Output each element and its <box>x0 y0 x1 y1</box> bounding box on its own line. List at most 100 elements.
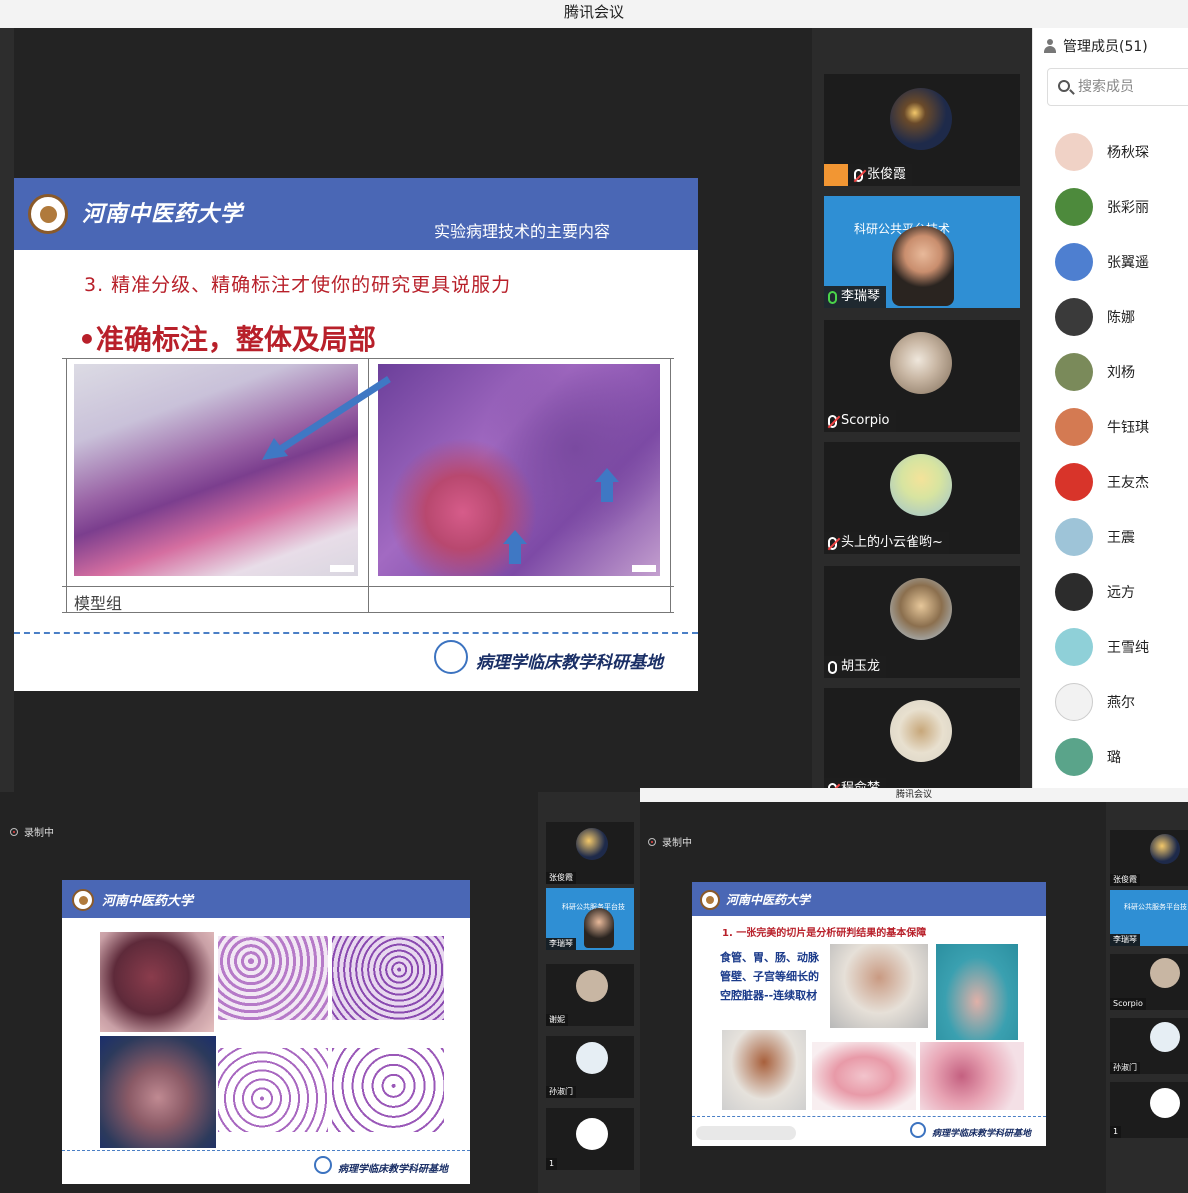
histology-image <box>332 1048 444 1132</box>
histology-image <box>332 936 444 1020</box>
participant-name-tag: Scorpio <box>824 410 896 432</box>
member-name: 远方 <box>1107 585 1135 601</box>
video-tile[interactable]: 孙淑门 <box>1110 1018 1188 1074</box>
mic-icon <box>828 290 837 304</box>
member-search-input[interactable]: 搜索成员 <box>1047 68 1188 106</box>
avatar <box>890 700 952 762</box>
avatar <box>1055 408 1093 446</box>
member-item[interactable]: 王友杰 <box>1055 462 1149 502</box>
participant-name: Scorpio <box>841 413 890 428</box>
member-name: 王友杰 <box>1107 475 1149 491</box>
participant-name: 张俊霞 <box>867 167 907 182</box>
window-title: 腾讯会议 <box>640 788 1188 802</box>
member-item[interactable]: 王雪纯 <box>1055 627 1149 667</box>
avatar <box>1055 738 1093 776</box>
scale-bar <box>330 565 354 572</box>
microscope-icon <box>314 1156 332 1174</box>
screenshot-right: 录制中 河南中医药大学 1. 一张完美的切片是分析研判结果的基本保障 食管、胃、… <box>640 802 1106 1193</box>
member-name: 牛钰琪 <box>1107 420 1149 436</box>
avatar <box>576 1118 608 1150</box>
left-edge-strip <box>0 28 14 792</box>
member-name: 杨秋琛 <box>1107 145 1149 161</box>
mini-slide: 河南中医药大学 病理学临床教学科研基地 <box>62 880 470 1184</box>
participant-name: 李瑞琴 <box>841 289 881 304</box>
university-name: 河南中医药大学 <box>82 201 244 227</box>
shared-slide-overlay: 科研公共服务平台技 <box>1124 903 1187 911</box>
participant-name-tag: 胡玉龙 <box>824 656 887 678</box>
avatar <box>890 88 952 150</box>
microscope-icon <box>434 640 468 674</box>
video-column[interactable]: 张俊霞 科研公共平台技术 李瑞琴 Scorpio 头上的小云雀哟~ 胡玉龙 程俞… <box>812 28 1032 800</box>
member-name: 张翼遥 <box>1107 255 1149 271</box>
video-tile[interactable]: 科研公共服务平台技 李瑞琴 <box>1110 890 1188 946</box>
person-icon <box>1043 39 1057 53</box>
participant-name-tag: 头上的小云雀哟~ <box>824 532 949 554</box>
participant-name-tag: 1 <box>1110 1126 1122 1138</box>
camera-feed <box>584 908 614 948</box>
video-tile[interactable]: 孙淑门 <box>546 1036 634 1098</box>
avatar <box>1055 628 1093 666</box>
video-tile[interactable]: 张俊霞 <box>546 822 634 884</box>
video-tile[interactable]: 1 <box>1110 1082 1188 1138</box>
footer-divider <box>62 1150 470 1151</box>
video-tile[interactable]: 程俞梦 <box>824 688 1020 800</box>
member-item[interactable]: 王震 <box>1055 517 1135 557</box>
histology-image-detail <box>378 364 660 576</box>
video-tile[interactable]: 科研公共平台技术 李瑞琴 <box>824 196 1020 308</box>
avatar <box>1055 573 1093 611</box>
member-name: 刘杨 <box>1107 365 1135 381</box>
footer-divider <box>14 632 698 634</box>
mic-icon <box>828 660 837 674</box>
participant-name-tag: 谢妮 <box>546 1014 568 1026</box>
slide-header: 河南中医药大学 <box>692 882 1046 916</box>
member-item[interactable]: 燕尔 <box>1055 682 1135 722</box>
mic-muted-icon <box>828 536 837 550</box>
university-logo <box>28 194 68 234</box>
slide-toolbar[interactable] <box>696 1126 796 1140</box>
participant-name-tag: 李瑞琴 <box>1110 934 1140 946</box>
video-tile[interactable]: 张俊霞 <box>824 74 1020 186</box>
screenshot-left: 录制中 河南中医药大学 病理学临床教学科研基地 <box>0 792 538 1193</box>
university-name: 河南中医药大学 <box>726 893 811 907</box>
recording-label: 录制中 <box>24 828 54 839</box>
member-item[interactable]: 刘杨 <box>1055 352 1135 392</box>
video-tile[interactable]: 胡玉龙 <box>824 566 1020 678</box>
participant-name-tag: 李瑞琴 <box>824 286 887 308</box>
member-item[interactable]: 远方 <box>1055 572 1135 612</box>
video-tile[interactable]: 谢妮 <box>546 964 634 1026</box>
specimen-photo <box>100 1036 216 1148</box>
video-tile[interactable]: 科研公共服务平台技 李瑞琴 <box>546 888 634 950</box>
member-item[interactable]: 张翼遥 <box>1055 242 1149 282</box>
slide-heading: 3. 精准分级、精确标注才使你的研究更具说服力 <box>84 274 512 296</box>
video-tile[interactable]: 头上的小云雀哟~ <box>824 442 1020 554</box>
search-placeholder: 搜索成员 <box>1078 79 1134 95</box>
slide-header: 河南中医药大学 <box>62 880 470 918</box>
avatar <box>576 828 608 860</box>
slide-heading: 1. 一张完美的切片是分析研判结果的基本保障 <box>722 928 927 939</box>
table-line-v3 <box>670 358 671 612</box>
avatar <box>1150 1022 1180 1052</box>
main-slide: 河南中医药大学 实验病理技术的主要内容 3. 精准分级、精确标注才使你的研究更具… <box>14 178 698 691</box>
video-tile[interactable]: Scorpio <box>824 320 1020 432</box>
participant-name-tag: 1 <box>546 1158 558 1170</box>
member-name: 王震 <box>1107 530 1135 546</box>
record-icon <box>10 827 18 836</box>
histology-image <box>812 1042 916 1110</box>
avatar <box>1055 133 1093 171</box>
slide-subtitle: 实验病理技术的主要内容 <box>434 222 611 241</box>
recording-label: 录制中 <box>662 838 692 849</box>
member-item[interactable]: 杨秋琛 <box>1055 132 1149 172</box>
member-item[interactable]: 牛钰琪 <box>1055 407 1149 447</box>
host-icon <box>824 164 848 186</box>
video-tile[interactable]: 张俊霞 <box>1110 830 1188 886</box>
member-item[interactable]: 张彩丽 <box>1055 187 1149 227</box>
participant-name-tag: 李瑞琴 <box>546 938 576 950</box>
footer-brand: 病理学临床教学科研基地 <box>338 1164 448 1175</box>
participant-name-tag: Scorpio <box>1110 998 1146 1010</box>
participant-name: 头上的小云雀哟~ <box>841 535 943 550</box>
member-item[interactable]: 璐 <box>1055 737 1121 777</box>
video-tile[interactable]: 1 <box>546 1108 634 1170</box>
video-tile[interactable]: Scorpio <box>1110 954 1188 1010</box>
member-item[interactable]: 陈娜 <box>1055 297 1135 337</box>
members-header: 管理成员(51) <box>1043 36 1148 56</box>
